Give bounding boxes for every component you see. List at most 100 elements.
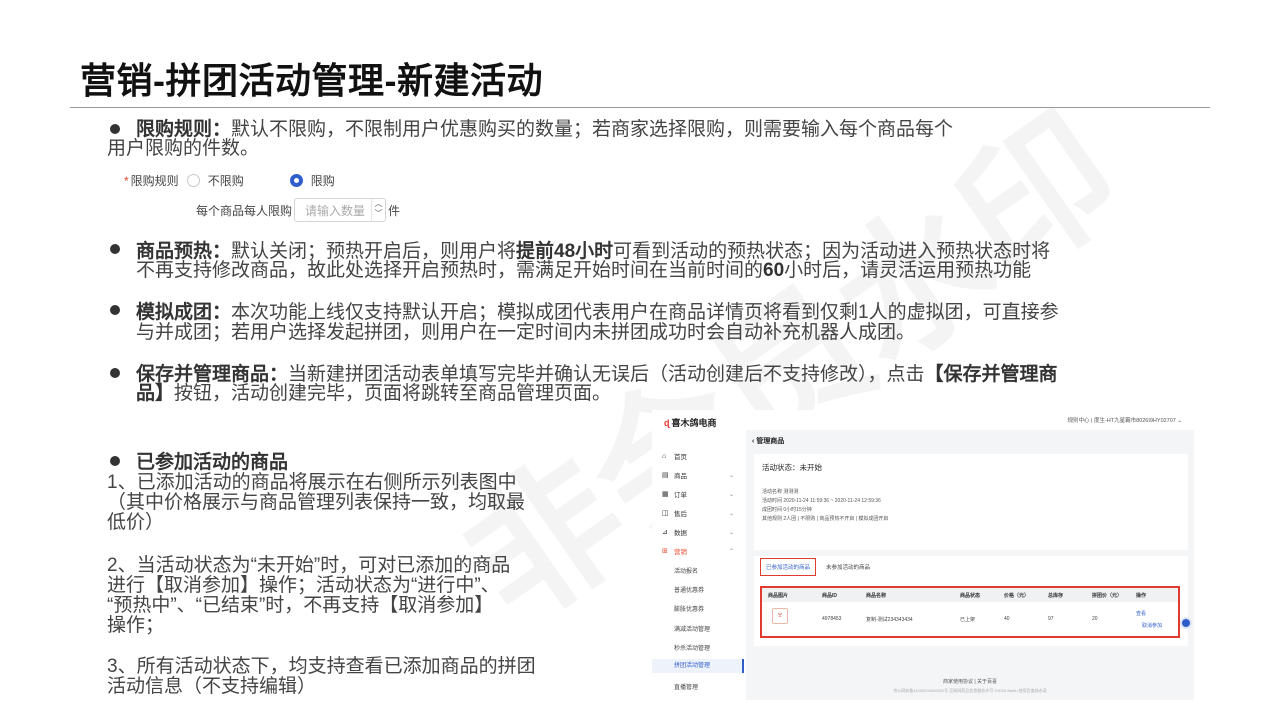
sidebar-item-goods[interactable]: ▤ 商品 ⌄ (662, 469, 740, 481)
radio-unlimited-label[interactable]: 不限购 (208, 172, 244, 189)
product-image: ♆ (772, 608, 788, 624)
joined-p3-l2: 活动信息（不支持编辑） (107, 676, 317, 697)
floating-help-button[interactable] (1180, 617, 1192, 629)
admin-logo: ɖ 喜木鸽电商 (664, 418, 717, 428)
data-icon: ⊿ (662, 529, 668, 536)
submenu-item[interactable]: 秒杀活动管理 (674, 643, 710, 652)
bullet (110, 456, 120, 466)
home-icon: ⌂ (662, 452, 667, 460)
save-paragraph: 保存并管理商品：当新建拼团活动表单填写完毕并确认无误后（活动创建后不支持修改），… (136, 365, 1058, 384)
admin-screenshot: ɖ 喜木鸽电商 规则中心 | 度生-HT九星霸市8026I9HY02707 ⌄ ⌂… (652, 410, 1194, 700)
tab-unjoined-goods[interactable]: 未参加活动的商品 (826, 563, 870, 571)
preheat-text: 默认关闭；预热开启后，则用户将 (231, 241, 517, 262)
aftersale-icon: ◫ (662, 510, 669, 517)
page-title: 营销-拼团活动管理-新建活动 (80, 60, 543, 101)
cell-product-id: 4978453 (822, 616, 842, 622)
required-mark: * (124, 173, 129, 188)
joined-p1-l3: 低价） (107, 512, 165, 533)
bullet (110, 368, 120, 378)
activity-info-card: 活动状态：未开始 活动名称 测测测 活动时间 2020-11-24 11:59:… (754, 454, 1188, 550)
joined-p2-l2: 进行【取消参加】操作；活动状态为“进行中”、 (107, 575, 500, 596)
column-header: 价格（元） (1004, 593, 1030, 599)
column-header: 操作 (1136, 593, 1147, 599)
admin-footer-legal: 京公网安备11000002000001号 互联网药品信息服务许可 ©2020 B… (893, 688, 1047, 693)
stepper-arrows-icon[interactable]: ︿ ﹀ (371, 199, 385, 221)
goods-table: 商品图片 商品ID 商品名称 商品状态 价格（元） 总库存 拼团价（元） 操作 … (760, 586, 1180, 638)
preheat-text: 不再支持修改商品，故此处选择开启预热时，需满足开始时间在当前时间的 (136, 260, 764, 281)
submenu-item[interactable]: 普通优惠券 (674, 585, 704, 594)
cell-price: 40 (1004, 616, 1010, 622)
cancel-join-link[interactable]: 取消参加 (1142, 622, 1162, 629)
admin-topnav[interactable]: 规则中心 | 度生-HT九星霸市8026I9HY02707 ⌄ (1067, 416, 1182, 424)
activity-info-line: 活动名称 测测测 (762, 489, 799, 495)
preheat-label: 商品预热： (136, 241, 232, 262)
submenu-item[interactable]: 活动报名 (674, 566, 698, 575)
table-header: 商品图片 商品ID 商品名称 商品状态 价格（元） 总库存 拼团价（元） 操作 (762, 588, 1178, 602)
admin-main: ‹ 管理商品 活动状态：未开始 活动名称 测测测 活动时间 2020-11-24… (746, 430, 1194, 700)
limit-rule-label: 限购规则 (130, 174, 179, 188)
bullet (110, 305, 120, 315)
save-text: 按钮，活动创建完毕，页面将跳转至商品管理页面。 (174, 383, 612, 404)
joined-p1-l2: （其中价格展示与商品管理列表保持一致，均取最 (107, 492, 526, 513)
breadcrumb[interactable]: ‹ 管理商品 (752, 436, 784, 446)
sidebar-item-aftersale[interactable]: ◫ 售后 ⌄ (662, 507, 740, 519)
mock-label: 模拟成团： (136, 302, 232, 323)
chevron-down-icon: ⌄ (728, 529, 734, 536)
quantity-stepper[interactable]: 请输入数量 ︿ ﹀ (294, 198, 387, 222)
column-header: 商品图片 (768, 593, 789, 599)
sidebar-item-home[interactable]: ⌂ 首页 (662, 450, 740, 462)
limit-label: 限购规则： (136, 119, 232, 140)
mock-paragraph: 模拟成团：本次功能上线仅支持默认开启；模拟成团代表用户在商品详情页将看到仅剩1人… (136, 303, 1059, 322)
preheat-emph: 提前48小时 (516, 241, 614, 262)
activity-info-line: 成团时间 0小时15分钟 (762, 507, 812, 513)
order-icon: ▦ (662, 491, 669, 498)
cell-product-state: 已上架 (960, 617, 976, 623)
submenu-item-active[interactable]: 拼团活动管理 (652, 659, 744, 673)
chevron-up-icon: ⌃ (728, 548, 734, 555)
sidebar-item-data[interactable]: ⊿ 数据 ⌄ (662, 526, 740, 538)
bullet (110, 244, 120, 254)
column-header: 商品状态 (960, 593, 981, 599)
sidebar-item-order[interactable]: ▦ 订单 ⌄ (662, 488, 740, 500)
chevron-down-icon: ⌄ (728, 472, 734, 479)
activity-info-line: 活动时间 2020-11-24 11:59:36 ~ 2020-11-24 12… (762, 498, 881, 504)
save-label: 保存并管理商品： (136, 364, 289, 385)
submenu-item[interactable]: 满减活动管理 (674, 624, 710, 633)
preheat-text: 小时后，请灵活运用预热功能 (784, 260, 1032, 281)
per-limit-label: 每个商品每人限购 (196, 203, 293, 218)
save-emph: 品】 (136, 383, 175, 404)
save-emph: 【保存并管理商 (924, 364, 1058, 385)
column-header: 拼团价（元） (1092, 593, 1123, 599)
joined-heading: 已参加活动的商品 (136, 453, 288, 472)
view-link[interactable]: 查看 (1136, 610, 1146, 617)
admin-sidebar: ⌂ 首页 ▤ 商品 ⌄ ▦ 订单 ⌄ ◫ 售后 ⌄ ⊿ 数据 ⌄ ⊞ 营销 ⌃ 活动报名 普通优惠券 … (652, 430, 744, 700)
radio-limited-label[interactable]: 限购 (311, 172, 335, 189)
preheat-text: 可看到活动的预热状态；因为活动进入预热状态时将 (613, 241, 1051, 262)
mock-text: 本次功能上线仅支持默认开启；模拟成团代表用户在商品详情页将看到仅剩1人的虚拟团，… (231, 302, 1059, 323)
chevron-down-icon: ⌄ (728, 491, 734, 498)
quantity-placeholder: 请输入数量 (305, 203, 366, 218)
radio-unlimited[interactable] (186, 174, 200, 187)
joined-p2-l1: 2、当活动状态为“未开始”时，可对已添加的商品 (107, 555, 511, 576)
cell-stock: 97 (1048, 616, 1054, 622)
activity-info-line: 其他规则 2人团 | 不限购 | 商品预热不开启 | 模拟成团开启 (762, 516, 889, 522)
tab-joined-goods[interactable]: 已参加活动的商品 (766, 563, 810, 571)
radio-limited[interactable] (289, 174, 303, 187)
joined-p2-l4: 操作； (107, 615, 165, 636)
cell-product-name: 复制-测试234343434 (866, 617, 913, 623)
goods-icon: ▤ (662, 472, 669, 479)
joined-p1-l1: 1、已添加活动的商品将展示在右侧所示列表图中 (107, 472, 517, 493)
limit-paragraph-2: 用户限购的件数。 (107, 138, 260, 159)
column-header: 商品ID (822, 593, 838, 599)
admin-footer-links[interactable]: 商家使用协议 | 关于百喜 (746, 678, 1194, 685)
sidebar-item-marketing[interactable]: ⊞ 营销 ⌃ (662, 545, 740, 557)
mock-paragraph-2: 与并成团；若用户选择发起拼团，则用户在一定时间内未拼团成功时会自动补充机器人成团… (136, 322, 916, 343)
limit-paragraph: 限购规则：默认不限购，不限制用户优惠购买的数量；若商家选择限购，则需要输入每个商… (136, 120, 953, 139)
preheat-paragraph-2: 不再支持修改商品，故此处选择开启预热时，需满足开始时间在当前时间的60小时后，请… (136, 261, 1031, 280)
preheat-emph: 60 (763, 260, 785, 281)
activity-status: 活动状态：未开始 (762, 463, 822, 472)
joined-p2-l3: “预热中”、“已结束”时，不再支持【取消参加】 (107, 595, 494, 616)
submenu-item[interactable]: 膨胀优惠券 (674, 604, 704, 613)
bullet (110, 124, 120, 134)
submenu-item[interactable]: 直播管理 (674, 682, 698, 691)
